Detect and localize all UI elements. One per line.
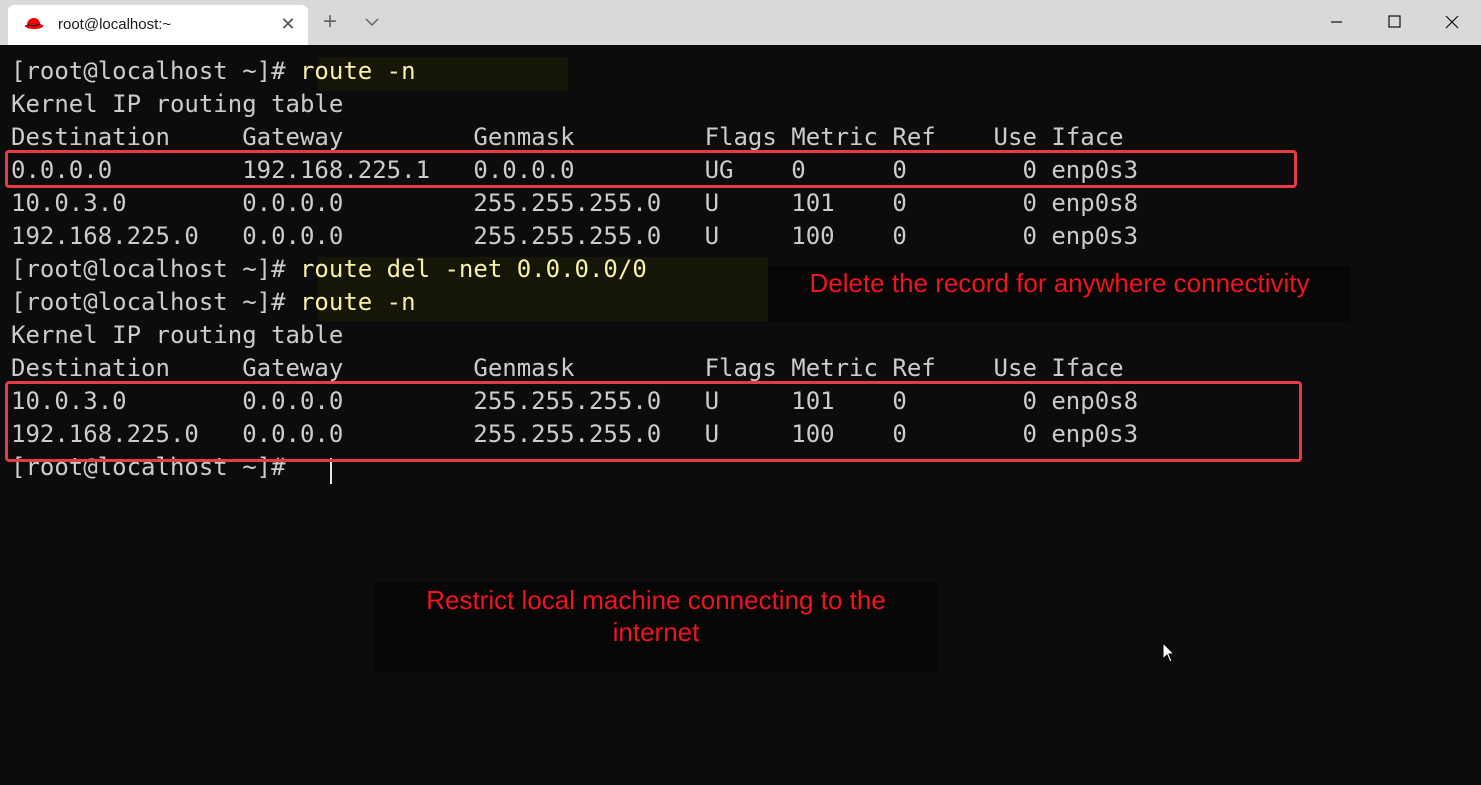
close-icon[interactable] [1423,0,1481,45]
mouse-pointer-icon [1162,641,1176,664]
tab-title: root@localhost:~ [58,16,172,33]
command-text: route del -net 0.0.0.0/0 [299,255,647,283]
terminal-tab[interactable]: root@localhost:~ ✕ [8,5,308,45]
table-row: 10.0.3.0 0.0.0.0 255.255.255.0 U 101 0 0… [11,189,1139,217]
prompt-line: [root@localhost ~]# route -n [11,55,416,88]
prompt: [root@localhost ~]# [11,57,300,85]
command-text: route -n [299,57,416,85]
tab-close-icon[interactable]: ✕ [278,14,298,34]
maximize-icon[interactable] [1365,0,1423,45]
title-bar: root@localhost:~ ✕ + [0,0,1481,45]
restrict-note-line2: internet [612,617,700,647]
table-title: Kernel IP routing table [11,90,344,118]
remaining-routes-highlight-box [5,381,1302,462]
restrict-note-line1: Restrict local machine connecting to the [426,585,886,615]
prompt: [root@localhost ~]# [11,288,300,316]
table-title: Kernel IP routing table [11,321,344,349]
delete-annotation: Delete the record for anywhere connectiv… [768,266,1351,321]
table-row: 192.168.225.0 0.0.0.0 255.255.255.0 U 10… [11,222,1139,250]
command-text: route -n [299,288,416,316]
prompt-line: [root@localhost ~]# route del -net 0.0.0… [11,253,647,286]
chevron-down-icon[interactable] [362,12,382,32]
default-route-highlight-box [5,150,1297,188]
minimize-icon[interactable] [1307,0,1365,45]
delete-note-text: Delete the record for anywhere connectiv… [809,268,1310,298]
prompt-line: [root@localhost ~]# route -n [11,286,416,319]
new-tab-plus-icon[interactable]: + [318,10,342,35]
restrict-annotation: Restrict local machine connecting to the… [375,583,937,672]
redhat-icon [23,15,45,33]
prompt: [root@localhost ~]# [11,255,300,283]
